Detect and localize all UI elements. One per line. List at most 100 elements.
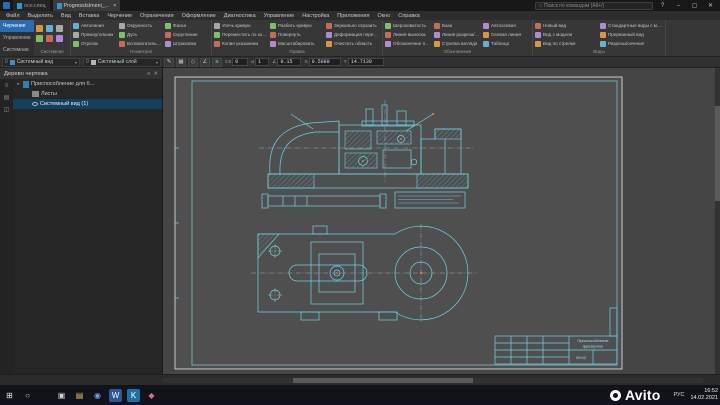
current-view-selector[interactable]: 0 Системный вид ▾ bbox=[2, 57, 80, 67]
ribbon-item-2-1-1[interactable]: Повернуть bbox=[270, 30, 324, 39]
menubar-item-0[interactable]: Файл bbox=[2, 13, 24, 19]
ribbon-item-1-2-1[interactable]: Скругление bbox=[165, 30, 209, 39]
ribbon-item-4-1-1[interactable]: Прерванный вид bbox=[600, 30, 663, 39]
taskbar-icon-task-view[interactable]: ▣ bbox=[55, 389, 68, 402]
param-field-input[interactable]: 14.7130 bbox=[347, 58, 384, 66]
ribbon-item-2-0-2[interactable]: Копия указанием bbox=[214, 39, 268, 48]
ribbon-item-3-0-0[interactable]: Шероховатость bbox=[385, 21, 432, 30]
system-tool-icon-1[interactable] bbox=[46, 25, 53, 32]
ribbon-item-3-1-2[interactable]: Стрелка взгляда bbox=[434, 39, 481, 48]
taskbar-icon-search[interactable]: ○ bbox=[21, 389, 34, 402]
ribbon-item-1-0-0[interactable]: Автолиния bbox=[73, 21, 117, 30]
param-field-input[interactable]: 1 bbox=[255, 58, 270, 66]
drawing-viewport[interactable]: Приспособление фрезерное 09.02 bbox=[163, 68, 720, 374]
menubar-item-10[interactable]: Приложения bbox=[333, 13, 373, 19]
ribbon-item-3-0-1[interactable]: Линия-выноска bbox=[385, 30, 432, 39]
current-layer-selector[interactable]: 0 Системный слой ▾ bbox=[83, 57, 161, 67]
ribbon-item-1-0-2[interactable]: Отрезок bbox=[73, 39, 117, 48]
menubar-item-12[interactable]: Справка bbox=[394, 13, 424, 19]
vertical-scrollbar[interactable] bbox=[715, 68, 720, 374]
ribbon-item-2-0-1[interactable]: Переместить по координатам bbox=[214, 30, 268, 39]
twisty-icon[interactable]: ▸ bbox=[16, 81, 21, 87]
ribbon-item-2-0-0[interactable]: Усечь кривую bbox=[214, 21, 268, 30]
panel-strip-icon-2[interactable]: ◫ bbox=[4, 106, 10, 113]
menubar-item-9[interactable]: Настройка bbox=[298, 13, 333, 19]
maximize-button[interactable]: ▢ bbox=[688, 2, 701, 9]
document-tab-secondary[interactable]: осн.спец bbox=[13, 0, 50, 11]
ribbon-tab-2[interactable]: Системная bbox=[0, 44, 34, 56]
clock[interactable]: 16:52 14.02.2021 bbox=[690, 388, 718, 401]
horizontal-scrollbar[interactable] bbox=[163, 378, 703, 383]
close-button[interactable]: ✕ bbox=[704, 2, 717, 9]
menubar-item-6[interactable]: Оформление bbox=[178, 13, 220, 19]
panel-strip-icon-1[interactable]: ▤ bbox=[4, 94, 10, 101]
ribbon-item-4-0-1[interactable]: Вид с модели bbox=[535, 30, 598, 39]
system-tool-icon-3[interactable] bbox=[36, 35, 43, 42]
ribbon-item-1-1-0[interactable]: Окружность bbox=[119, 21, 163, 30]
ribbon-item-1-0-1[interactable]: Прямоугольник bbox=[73, 30, 117, 39]
param-field-input[interactable]: 0.15 bbox=[277, 58, 302, 66]
ribbon-item-1-2-2[interactable]: Штриховка bbox=[165, 39, 209, 48]
taskbar-icon-kompas[interactable]: K bbox=[127, 388, 140, 402]
menubar-item-5[interactable]: Ограничения bbox=[136, 13, 178, 19]
tree-item-1[interactable]: Листы bbox=[13, 89, 162, 99]
param-tool-4[interactable]: ≡ bbox=[212, 57, 222, 67]
ribbon-item-1-1-1[interactable]: Дуга bbox=[119, 30, 163, 39]
ribbon-item-1-2-0[interactable]: Фаска bbox=[165, 21, 209, 30]
menubar-item-8[interactable]: Управление bbox=[260, 13, 299, 19]
ribbon-item-2-2-1[interactable]: Деформация перемещением bbox=[326, 30, 380, 39]
vertical-scrollbar-thumb[interactable] bbox=[715, 106, 720, 201]
ribbon-item-3-1-1[interactable]: Линия разреза/сечения bbox=[434, 30, 481, 39]
ribbon-item-1-1-2[interactable]: Вспомогательная прямая bbox=[119, 39, 163, 48]
menubar-item-1[interactable]: Выделить bbox=[24, 13, 57, 19]
panel-strip-icon-0[interactable]: ≡ bbox=[5, 83, 9, 89]
menubar-item-11[interactable]: Окно bbox=[373, 13, 394, 19]
command-search-input[interactable]: ○ Поиск по командам (Alt+/) bbox=[535, 1, 653, 10]
minimize-button[interactable]: – bbox=[672, 3, 685, 9]
system-tool-icon-2[interactable] bbox=[56, 25, 63, 32]
horizontal-scrollbar-thumb[interactable] bbox=[293, 378, 473, 383]
ribbon-item-2-2-0[interactable]: Зеркально отразить bbox=[326, 21, 380, 30]
taskbar-icon-word[interactable]: W bbox=[109, 388, 122, 402]
ribbon-item-3-0-2[interactable]: Обозначение позиций bbox=[385, 39, 432, 48]
language-indicator[interactable]: РУС bbox=[673, 392, 684, 398]
ribbon-item-2-1-0[interactable]: Разбить кривую bbox=[270, 21, 324, 30]
param-field-input[interactable]: 0 bbox=[232, 58, 249, 66]
system-tool-icon-5[interactable] bbox=[56, 35, 63, 42]
param-tool-1[interactable]: ▦ bbox=[176, 57, 186, 67]
ribbon-item-4-1-2[interactable]: Разрезы/сечения bbox=[600, 39, 663, 48]
taskbar-icon-start[interactable]: ⊞ bbox=[3, 389, 16, 402]
panel-close-icon[interactable]: ✕ bbox=[153, 71, 158, 77]
document-tab-active[interactable]: ProgressIsImeni_... × bbox=[52, 0, 121, 11]
system-tool-icon-4[interactable] bbox=[46, 35, 53, 42]
ribbon-tab-0[interactable]: Черчение bbox=[0, 20, 34, 32]
ribbon-item-4-0-0[interactable]: Новый вид bbox=[535, 21, 598, 30]
system-tool-icon-0[interactable] bbox=[36, 25, 43, 32]
param-tool-2[interactable]: ◇ bbox=[188, 57, 198, 67]
taskbar-icon-browser[interactable]: ◉ bbox=[91, 389, 104, 402]
drawing-area[interactable]: Приспособление фрезерное 09.02 bbox=[163, 68, 720, 374]
panel-menu-icon[interactable]: ≡ bbox=[147, 71, 150, 77]
ribbon-tab-1[interactable]: Управление bbox=[0, 32, 34, 44]
ribbon-item-2-1-2[interactable]: Масштабировать bbox=[270, 39, 324, 48]
ribbon-item-3-2-2[interactable]: Таблица bbox=[483, 39, 530, 48]
menubar-item-4[interactable]: Черчение bbox=[103, 13, 136, 19]
ribbon-item-3-1-0[interactable]: База bbox=[434, 21, 481, 30]
taskbar-icon-explorer[interactable]: ▤ bbox=[73, 389, 86, 402]
menubar-item-7[interactable]: Диагностика bbox=[220, 13, 260, 19]
ribbon-item-4-0-2[interactable]: Вид по стрелке bbox=[535, 39, 598, 48]
param-tool-0[interactable]: ✎ bbox=[164, 57, 174, 67]
menubar-item-3[interactable]: Вставка bbox=[75, 13, 103, 19]
ribbon-item-3-2-1[interactable]: Осевая линия bbox=[483, 30, 530, 39]
tree-item-2[interactable]: Системный вид (1) bbox=[13, 99, 162, 109]
menubar-item-2[interactable]: Вид bbox=[57, 13, 75, 19]
ribbon-item-3-2-0[interactable]: Автоосевая bbox=[483, 21, 530, 30]
ribbon-item-2-2-2[interactable]: Очистить область bbox=[326, 39, 380, 48]
help-button[interactable]: ? bbox=[656, 3, 669, 9]
tree-item-0[interactable]: ▸ Приспособление для б... bbox=[13, 79, 162, 89]
tab-close-icon[interactable]: × bbox=[113, 3, 116, 9]
param-field-input[interactable]: 0.5080 bbox=[308, 58, 341, 66]
ribbon-item-4-1-0[interactable]: Стандартные виды с модели bbox=[600, 21, 663, 30]
param-tool-3[interactable]: ∠ bbox=[200, 57, 210, 67]
taskbar-icon-paint[interactable]: ◆ bbox=[145, 389, 158, 402]
